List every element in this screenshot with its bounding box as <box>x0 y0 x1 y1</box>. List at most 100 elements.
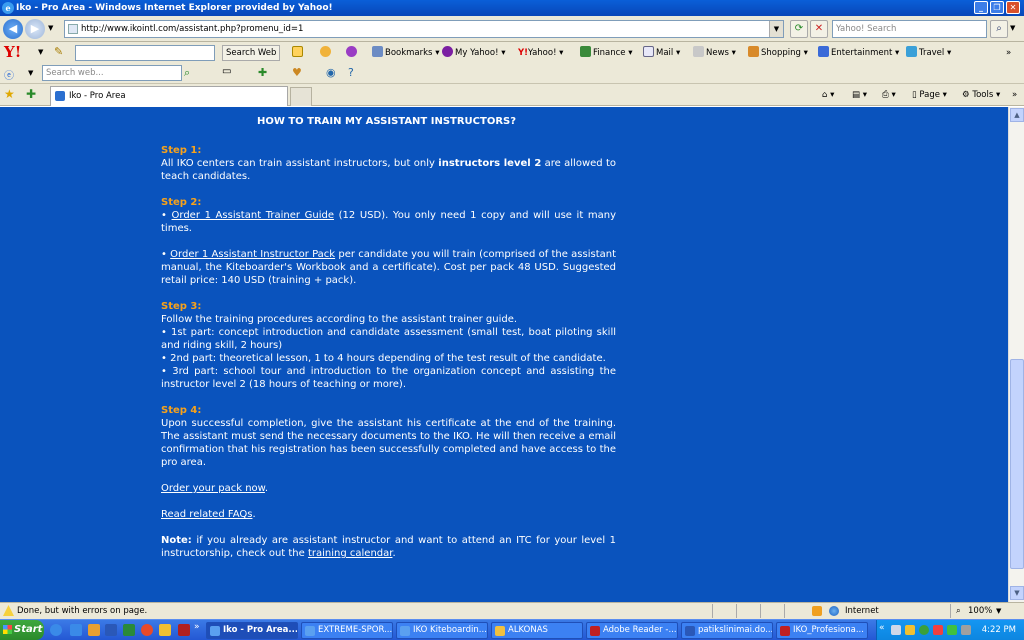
yahoo-button[interactable]: Y!Yahoo! ▾ <box>518 46 563 60</box>
quicklaunch-acrobat-icon[interactable] <box>178 624 190 636</box>
yahoo-toolbar-search-box[interactable] <box>75 45 215 61</box>
zoom-level[interactable]: 100% <box>968 603 992 619</box>
search-go-icon[interactable]: ⌕ <box>184 66 190 80</box>
quicklaunch-ie-icon[interactable] <box>50 624 62 636</box>
tray-expand-icon[interactable]: « <box>879 623 885 633</box>
search-web-button[interactable]: Search Web <box>222 45 281 61</box>
taskbar-alkonas[interactable]: ALKONAS <box>491 622 583 639</box>
zoom-icon[interactable]: ⌕ <box>956 603 961 619</box>
toolbar-overflow-icon[interactable]: » <box>1006 46 1011 60</box>
news-button[interactable]: News ▾ <box>693 46 736 60</box>
status-separator <box>736 604 737 618</box>
faq-link[interactable]: Read related FAQs <box>161 509 252 520</box>
shopping-button[interactable]: Shopping ▾ <box>748 46 808 60</box>
bookmarks-button[interactable]: Bookmarks ▾ <box>372 46 439 60</box>
start-button[interactable]: Start <box>0 620 44 640</box>
tray-antivirus-icon[interactable] <box>933 625 943 635</box>
feeds-icon[interactable]: ▤ ▾ <box>852 88 867 102</box>
taskbar-patikslinimai[interactable]: patikslinimai.do... <box>681 622 773 639</box>
quicklaunch-media-icon[interactable] <box>141 624 153 636</box>
help-icon[interactable]: ? <box>348 66 354 79</box>
order-instructor-pack-link[interactable]: Order 1 Assistant Instructor Pack <box>170 249 335 260</box>
mail-button[interactable]: Mail ▾ <box>643 46 680 60</box>
finance-button[interactable]: Finance ▾ <box>580 46 633 60</box>
search-web-input[interactable]: Search web... <box>42 65 182 81</box>
taskbar-extreme-spor[interactable]: EXTREME-SPOR... <box>301 622 393 639</box>
vertical-scrollbar[interactable]: ▲ ▼ <box>1008 107 1024 602</box>
toolbar-lock-icon[interactable]: ◉ <box>326 66 336 79</box>
word-doc-icon <box>685 626 695 636</box>
add-favorites-icon[interactable]: ✚ <box>26 87 36 101</box>
tray-device-icon[interactable] <box>961 625 971 635</box>
toolbar-tools-icon[interactable]: ▭ <box>222 66 231 77</box>
order-pack-link[interactable]: Order your pack now <box>161 483 265 494</box>
taskbar-iko-kiteboarding[interactable]: IKO Kiteboardin... <box>396 622 488 639</box>
quicklaunch-excel-icon[interactable] <box>123 624 135 636</box>
maximize-button[interactable]: ❐ <box>990 1 1004 14</box>
taskbar-iko-profesional[interactable]: IKO_Profesiona... <box>776 622 868 639</box>
warning-icon[interactable] <box>3 605 14 616</box>
note: Note: if you already are assistant instr… <box>161 535 616 559</box>
stop-icon[interactable]: ✕ <box>810 20 828 38</box>
scroll-thumb[interactable] <box>1010 359 1024 569</box>
tray-messenger-icon[interactable] <box>947 625 957 635</box>
close-button[interactable]: ✕ <box>1006 1 1020 14</box>
page-icon <box>68 24 78 34</box>
toolbar-add-icon[interactable]: ✚ <box>258 66 267 79</box>
protected-mode-icon[interactable] <box>812 606 822 616</box>
history-dropdown-icon[interactable]: ▼ <box>48 24 53 32</box>
tools-menu-button[interactable]: ⚙ Tools ▾ <box>962 88 1000 102</box>
scroll-up-icon[interactable]: ▲ <box>1010 108 1024 122</box>
scroll-down-icon[interactable]: ▼ <box>1010 586 1024 600</box>
quicklaunch-folder-icon[interactable] <box>88 624 100 636</box>
entertainment-button[interactable]: Entertainment ▾ <box>818 46 899 60</box>
favorites-star-icon[interactable]: ★ <box>4 87 15 101</box>
toolbar-window-icon[interactable] <box>292 46 305 60</box>
my-yahoo-button[interactable]: My Yahoo! ▾ <box>442 46 505 60</box>
pencil-icon[interactable]: ✎ <box>54 45 63 58</box>
tab-label: Iko - Pro Area <box>69 91 126 101</box>
step-1: Step 1: All IKO centers can train assist… <box>161 145 617 182</box>
search-icon[interactable]: ⌕ <box>990 20 1008 38</box>
tab-iko-pro-area[interactable]: Iko - Pro Area <box>50 86 288 106</box>
quicklaunch-overflow-icon[interactable]: » <box>194 622 200 632</box>
yahoo-menu-dropdown-icon[interactable]: ▼ <box>38 48 43 56</box>
taskbar-adobe-reader[interactable]: Adobe Reader -... <box>586 622 678 639</box>
secondary-dropdown-icon[interactable]: ▼ <box>28 69 33 77</box>
quicklaunch-word-icon[interactable] <box>105 624 117 636</box>
search-options-icon[interactable]: ▼ <box>1010 24 1015 32</box>
toolbar-globe-icon[interactable] <box>320 46 333 60</box>
toolbar-ie-icon[interactable]: ⓔ <box>4 67 14 82</box>
window-title-bar[interactable]: e Iko - Pro Area - Windows Internet Expl… <box>0 0 1024 16</box>
news-icon <box>693 46 704 57</box>
address-dropdown-icon[interactable]: ▼ <box>769 21 783 37</box>
address-input[interactable]: http://www.ikointl.com/assistant.php?pro… <box>64 20 784 38</box>
toolbar-heart-icon[interactable]: ♥ <box>292 66 302 79</box>
tray-speaker-icon[interactable] <box>905 625 915 635</box>
forward-button[interactable]: ▶ <box>25 19 45 39</box>
yahoo-logo-icon[interactable]: Y! <box>4 43 21 61</box>
minimize-button[interactable]: _ <box>974 1 988 14</box>
quicklaunch-app-icon[interactable] <box>159 624 171 636</box>
yahoo-search-input[interactable]: Yahoo! Search <box>832 20 987 38</box>
system-tray: « 4:22 PM <box>876 620 1024 640</box>
tray-security-icon[interactable] <box>919 625 929 635</box>
command-overflow-icon[interactable]: » <box>1012 88 1017 102</box>
refresh-icon[interactable]: ⟳ <box>790 20 808 38</box>
tray-network-icon[interactable] <box>891 625 901 635</box>
order-trainer-guide-link[interactable]: Order 1 Assistant Trainer Guide <box>172 210 334 221</box>
home-icon[interactable]: ⌂ ▾ <box>822 88 834 102</box>
toolbar-messenger-icon[interactable] <box>346 46 359 60</box>
clock[interactable]: 4:22 PM <box>982 620 1016 640</box>
print-icon[interactable]: ⎙ ▾ <box>882 88 896 102</box>
page-menu-button[interactable]: ▯ Page ▾ <box>912 88 947 102</box>
zoom-dropdown-icon[interactable]: ▼ <box>996 603 1001 619</box>
back-button[interactable]: ◀ <box>3 19 23 39</box>
page-content: HOW TO TRAIN MY ASSISTANT INSTRUCTORS? S… <box>0 107 1008 602</box>
travel-button[interactable]: Travel ▾ <box>906 46 951 60</box>
taskbar-iko-pro-area[interactable]: Iko - Pro Area... <box>206 622 298 639</box>
quicklaunch-ie2-icon[interactable] <box>70 624 82 636</box>
training-calendar-link[interactable]: training calendar <box>308 548 392 559</box>
status-separator <box>784 604 785 618</box>
new-tab-button[interactable] <box>290 87 312 106</box>
